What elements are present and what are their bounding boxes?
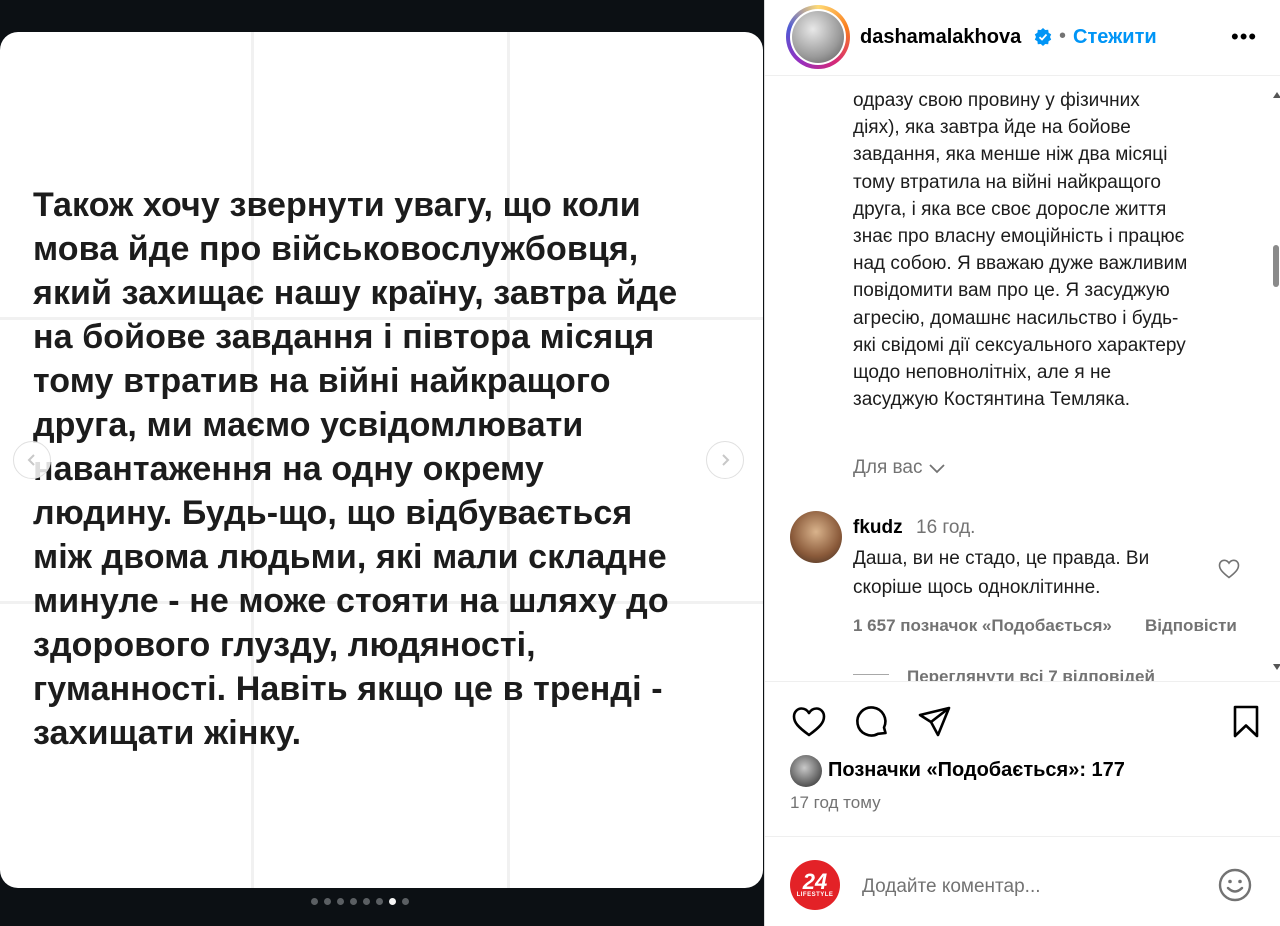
- scrollbar-thumb[interactable]: [1273, 245, 1279, 287]
- carousel-dot[interactable]: [350, 898, 357, 905]
- carousel-next-button[interactable]: [706, 441, 744, 479]
- caption-line: які свідомі дії сексуального характеру: [853, 334, 1186, 356]
- comment-bubble-icon[interactable]: [853, 703, 891, 741]
- slide-line: здорового глузду, людяності,: [33, 626, 536, 664]
- carousel-dot[interactable]: [311, 898, 318, 905]
- liker-avatar[interactable]: [790, 755, 822, 787]
- carousel-dot[interactable]: [389, 898, 396, 905]
- follow-button[interactable]: Стежити: [1073, 26, 1157, 49]
- chevron-left-icon: [27, 454, 35, 466]
- carousel-dots: [311, 898, 409, 905]
- carousel-dot[interactable]: [324, 898, 331, 905]
- caption-line: засуджую Костянтина Темляка.: [853, 389, 1131, 411]
- heart-outline-icon[interactable]: [790, 703, 828, 741]
- actions-divider: [765, 681, 1280, 682]
- slide-line: мова йде про військовослужбовця,: [33, 230, 639, 268]
- caption-line: друга, і яка все своє доросле життя: [853, 198, 1167, 220]
- caption-line: одразу свою провину у фізичних: [853, 90, 1140, 111]
- comment-time: 16 год.: [916, 517, 976, 538]
- post-header: dashamalakhova • Стежити •••: [765, 0, 1280, 76]
- author-username[interactable]: dashamalakhova: [860, 26, 1021, 49]
- caption-line: агресію, домашнє насильство і будь-: [853, 307, 1179, 329]
- caption-line: завдання, яка менше ніж два місяці: [853, 144, 1168, 166]
- smiley-icon[interactable]: [1217, 867, 1253, 903]
- media-area: Також хочу звернути увагу, що коли мова …: [0, 0, 764, 926]
- more-options-button[interactable]: •••: [1231, 24, 1257, 50]
- paper-plane-icon[interactable]: [916, 703, 954, 741]
- slide-line: між двома людьми, які мали складне: [33, 538, 667, 576]
- slide-line: який захищає нашу країну, завтра йде: [33, 274, 678, 312]
- caption-line: повідомити вам про це. Я засуджую: [853, 280, 1170, 302]
- post-likes-count[interactable]: Позначки «Подобається»: 177: [828, 759, 1125, 782]
- brand-label: LIFESTYLE: [796, 892, 834, 898]
- chevron-right-icon: [722, 454, 730, 466]
- caption-line: над собою. Я вважаю дуже важливим: [853, 253, 1188, 275]
- brand-number: 24: [802, 869, 828, 894]
- post-slide: Також хочу звернути увагу, що коли мова …: [0, 32, 763, 888]
- slide-line: людину. Будь-що, що відбувається: [33, 494, 633, 532]
- for-you-sort-toggle[interactable]: Для вас: [853, 457, 946, 479]
- caption-line: щодо неповнолітніх, але я не: [853, 362, 1112, 384]
- comment-line: скоріше щось одноклітинне.: [853, 577, 1101, 598]
- carousel-prev-button[interactable]: [13, 441, 51, 479]
- current-user-avatar[interactable]: 24 LIFESTYLE: [790, 860, 840, 910]
- replies-divider-line: [853, 674, 889, 675]
- for-you-label: Для вас: [853, 457, 923, 478]
- comments-scroll-area[interactable]: одразу свою провину у фізичних діях), як…: [765, 77, 1280, 681]
- caption-line: тому втратила на війні найкращого: [853, 171, 1161, 193]
- slide-line: тому втратив на війні найкращого: [33, 362, 611, 400]
- post-caption: одразу свою провину у фізичних діях), як…: [853, 87, 1253, 413]
- composer-divider: [765, 836, 1280, 837]
- comment-text: Даша, ви не стадо, це правда. Ви скоріше…: [853, 544, 1203, 602]
- author-avatar[interactable]: [786, 5, 850, 69]
- carousel-dot[interactable]: [337, 898, 344, 905]
- comment-line: Даша, ви не стадо, це правда. Ви: [853, 548, 1150, 569]
- comment-username[interactable]: fkudz: [853, 517, 903, 539]
- slide-line: гуманності. Навіть якщо це в тренді -: [33, 670, 663, 708]
- comment-likes-count[interactable]: 1 657 позначок «Подобається»: [853, 616, 1112, 636]
- slide-line: друга, ми маємо усвідомлювати: [33, 406, 584, 444]
- chevron-down-icon: [929, 464, 946, 474]
- scroll-down-arrow-icon[interactable]: [1273, 664, 1280, 670]
- bookmark-icon[interactable]: [1227, 703, 1265, 741]
- comment-avatar[interactable]: [790, 511, 842, 563]
- caption-line: знає про власну емоційність і працює: [853, 226, 1185, 248]
- view-replies-button[interactable]: Переглянути всі 7 відповідей: [907, 667, 1155, 681]
- carousel-dot[interactable]: [376, 898, 383, 905]
- slide-line: Також хочу звернути увагу, що коли: [33, 186, 641, 224]
- scroll-up-arrow-icon[interactable]: [1273, 92, 1280, 98]
- slide-line: навантаження на одну окрему: [33, 450, 544, 488]
- post-time[interactable]: 17 год тому: [790, 793, 881, 813]
- carousel-dot[interactable]: [363, 898, 370, 905]
- comment-reply-button[interactable]: Відповісти: [1145, 616, 1237, 636]
- slide-line: на бойове завдання і півтора місяця: [33, 318, 655, 356]
- slide-line: захищати жінку.: [33, 714, 302, 752]
- comment-input[interactable]: [860, 870, 1204, 904]
- header-separator: •: [1059, 25, 1067, 47]
- slide-text: Також хочу звернути увагу, що коли мова …: [33, 183, 733, 755]
- post-detail-panel: dashamalakhova • Стежити ••• одразу свою…: [764, 0, 1280, 926]
- avatar-inner: [790, 9, 846, 65]
- slide-line: минуле - не може стояти на шляху до: [33, 582, 669, 620]
- comment-like-heart-icon[interactable]: [1217, 557, 1241, 581]
- carousel-dot[interactable]: [402, 898, 409, 905]
- verified-badge-icon: [1034, 28, 1052, 46]
- avatar-image: [792, 11, 844, 63]
- caption-line: діях), яка завтра йде на бойове: [853, 117, 1131, 139]
- scrollbar[interactable]: [1270, 80, 1280, 680]
